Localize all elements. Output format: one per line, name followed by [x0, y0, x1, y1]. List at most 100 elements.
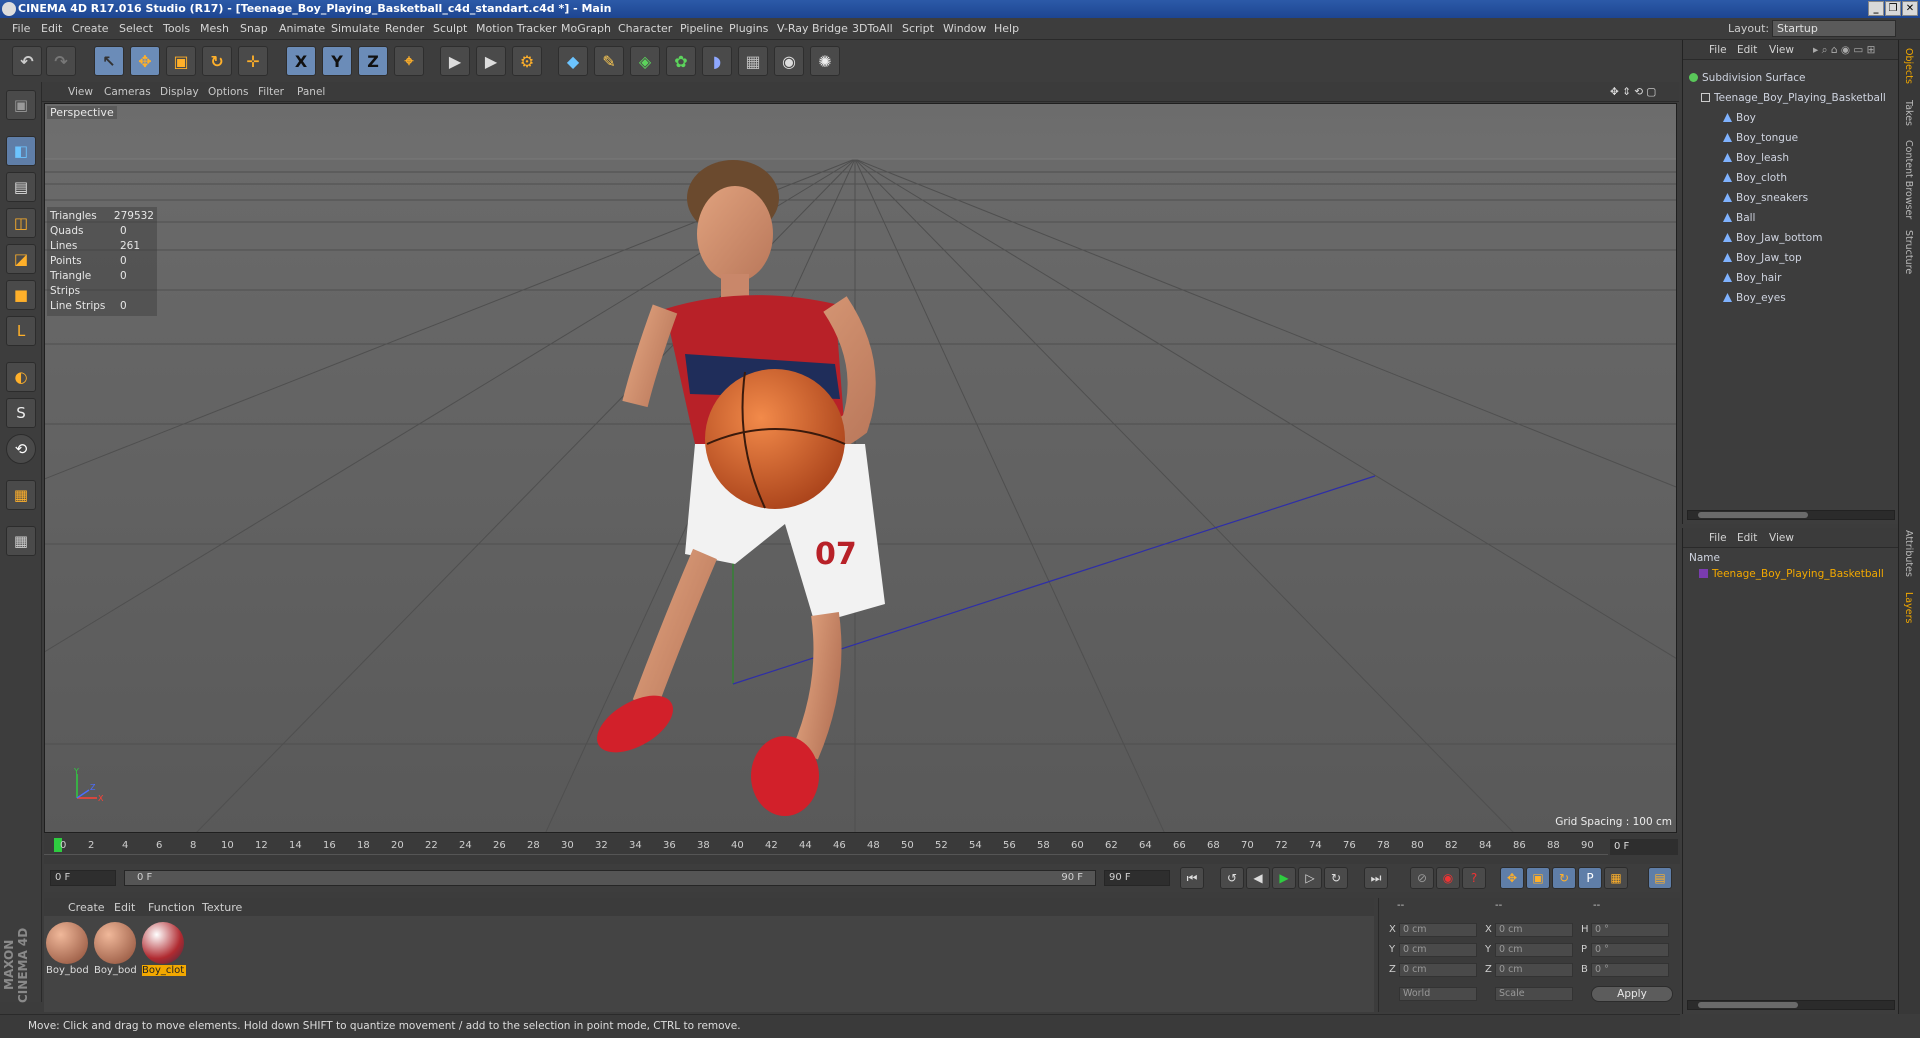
layout-select[interactable]: Startup [1772, 20, 1896, 37]
magnet-icon[interactable]: ▦ [6, 480, 36, 510]
model-mode-icon[interactable]: ◧ [6, 136, 36, 166]
close-button[interactable]: ✕ [1902, 1, 1918, 16]
keyframe-selection-icon[interactable]: ? [1462, 867, 1486, 889]
timeline-window-icon[interactable]: ▤ [1648, 867, 1672, 889]
menu-window[interactable]: Window [943, 22, 986, 35]
frame-range-slider[interactable]: 0 F 90 F [124, 870, 1096, 886]
undo-icon[interactable]: ↶ [12, 46, 42, 76]
timeline-ruler[interactable]: 0 2 4 6 8 10 12 14 16 18 20 22 24 26 28 … [44, 834, 1680, 864]
menu-animate[interactable]: Animate [279, 22, 325, 35]
object-manager-scrollbar[interactable] [1687, 510, 1895, 520]
coordinate-mode-select[interactable]: World [1399, 987, 1477, 1001]
object-item[interactable]: Boy_hair [1723, 272, 1781, 284]
apply-button[interactable]: Apply [1591, 986, 1673, 1002]
prev-keyframe-icon[interactable]: ↺ [1220, 867, 1244, 889]
polygons-mode-icon[interactable]: L [6, 316, 36, 346]
menu-snap[interactable]: Snap [240, 22, 268, 35]
menu-file[interactable]: File [12, 22, 30, 35]
workplane-icon[interactable]: ▦ [6, 526, 36, 556]
x-axis-toggle[interactable]: X [286, 46, 316, 76]
camera-icon[interactable]: ◉ [774, 46, 804, 76]
key-parameter-icon[interactable]: P [1578, 867, 1602, 889]
light-icon[interactable]: ✺ [810, 46, 840, 76]
menu-create[interactable]: Create [72, 22, 109, 35]
next-frame-icon[interactable]: ▷ [1298, 867, 1322, 889]
autokey-icon[interactable]: ◉ [1436, 867, 1460, 889]
points-mode-icon[interactable]: ◪ [6, 244, 36, 274]
rotation-h-field[interactable]: 0 ° [1591, 923, 1669, 937]
viewport-menu-filter[interactable]: Filter [258, 86, 284, 98]
menu-script[interactable]: Script [902, 22, 934, 35]
position-y-field[interactable]: 0 cm [1399, 943, 1477, 957]
object-item[interactable]: Boy_cloth [1723, 172, 1787, 184]
rotation-b-field[interactable]: 0 ° [1591, 963, 1669, 977]
floor-icon[interactable]: ▦ [738, 46, 768, 76]
basketball[interactable] [705, 369, 845, 509]
material-menu-edit[interactable]: Edit [114, 901, 135, 914]
size-x-field[interactable]: 0 cm [1495, 923, 1573, 937]
play-icon[interactable]: ▶ [1272, 867, 1296, 889]
tab-content-browser[interactable]: Content Browser [1903, 140, 1914, 219]
array-icon[interactable]: ✿ [666, 46, 696, 76]
object-item[interactable]: Teenage_Boy_Playing_Basketball [1701, 92, 1886, 104]
menu-motion-tracker[interactable]: Motion Tracker [476, 22, 556, 35]
tab-attributes[interactable]: Attributes [1903, 530, 1914, 577]
prev-frame-icon[interactable]: ◀ [1246, 867, 1270, 889]
transform-icon[interactable]: ✛ [238, 46, 268, 76]
render-settings-icon[interactable]: ⚙ [512, 46, 542, 76]
menu-mograph[interactable]: MoGraph [561, 22, 611, 35]
edges-mode-icon[interactable]: ■ [6, 280, 36, 310]
minimize-button[interactable]: _ [1868, 1, 1884, 16]
tab-takes[interactable]: Takes [1903, 100, 1914, 126]
object-menu-view[interactable]: View [1769, 44, 1794, 56]
object-menu-edit[interactable]: Edit [1737, 44, 1757, 56]
menu-simulate[interactable]: Simulate [331, 22, 380, 35]
layer-manager-scrollbar[interactable] [1687, 1000, 1895, 1010]
key-position-icon[interactable]: ✥ [1500, 867, 1524, 889]
layer-menu-view[interactable]: View [1769, 532, 1794, 544]
tab-structure[interactable]: Structure [1903, 230, 1914, 274]
menu-3dtoall[interactable]: 3DToAll [852, 22, 893, 35]
material-menu-texture[interactable]: Texture [202, 901, 242, 914]
texture-mode-icon[interactable]: ▤ [6, 172, 36, 202]
object-item[interactable]: Boy_eyes [1723, 292, 1786, 304]
tweak-mode-icon[interactable]: S [6, 398, 36, 428]
viewport-menu-panel[interactable]: Panel [297, 86, 325, 98]
viewport-menu-display[interactable]: Display [160, 86, 199, 98]
tab-objects[interactable]: Objects [1903, 48, 1914, 84]
menu-mesh[interactable]: Mesh [200, 22, 229, 35]
tab-layers[interactable]: Layers [1903, 592, 1914, 623]
select-icon[interactable]: ↖ [94, 46, 124, 76]
material-menu-function[interactable]: Function [148, 901, 195, 914]
cube-object-icon[interactable]: ◆ [558, 46, 588, 76]
object-menu-file[interactable]: File [1709, 44, 1727, 56]
make-editable-icon[interactable]: ▣ [6, 90, 36, 120]
layer-menu-edit[interactable]: Edit [1737, 532, 1757, 544]
rotation-p-field[interactable]: 0 ° [1591, 943, 1669, 957]
axis-mode-icon[interactable]: ◐ [6, 362, 36, 392]
start-frame-field[interactable]: 0 F [50, 870, 116, 886]
move-icon[interactable]: ✥ [130, 46, 160, 76]
object-manager-nav-icons[interactable]: ▸ ⌕ ⌂ ◉ ▭ ⊞ [1813, 44, 1875, 57]
material-swatch[interactable]: Boy_bod [94, 922, 138, 976]
object-item[interactable]: Boy_leash [1723, 152, 1789, 164]
3d-viewport[interactable]: 07 Perspective Triangles 279532 Quads 0 Li… [44, 103, 1677, 833]
key-pla-icon[interactable]: ▦ [1604, 867, 1628, 889]
size-mode-select[interactable]: Scale [1495, 987, 1573, 1001]
deformer-icon[interactable]: ◗ [702, 46, 732, 76]
size-z-field[interactable]: 0 cm [1495, 963, 1573, 977]
menu-select[interactable]: Select [119, 22, 153, 35]
position-z-field[interactable]: 0 cm [1399, 963, 1477, 977]
workplane-mode-icon[interactable]: ◫ [6, 208, 36, 238]
y-axis-toggle[interactable]: Y [322, 46, 352, 76]
object-item[interactable]: Boy_Jaw_top [1723, 252, 1802, 264]
menu-character[interactable]: Character [618, 22, 672, 35]
scroll-thumb[interactable] [1698, 1002, 1798, 1008]
object-item[interactable]: Boy_Jaw_bottom [1723, 232, 1822, 244]
go-to-start-icon[interactable]: ⏮ [1180, 867, 1204, 889]
viewport-camera-label[interactable]: Perspective [47, 106, 117, 119]
object-item[interactable]: Boy [1723, 112, 1756, 124]
z-axis-toggle[interactable]: Z [358, 46, 388, 76]
viewport-nav-icons[interactable]: ✥ ⇕ ⟲ ▢ [1610, 86, 1656, 98]
material-menu-create[interactable]: Create [68, 901, 105, 914]
